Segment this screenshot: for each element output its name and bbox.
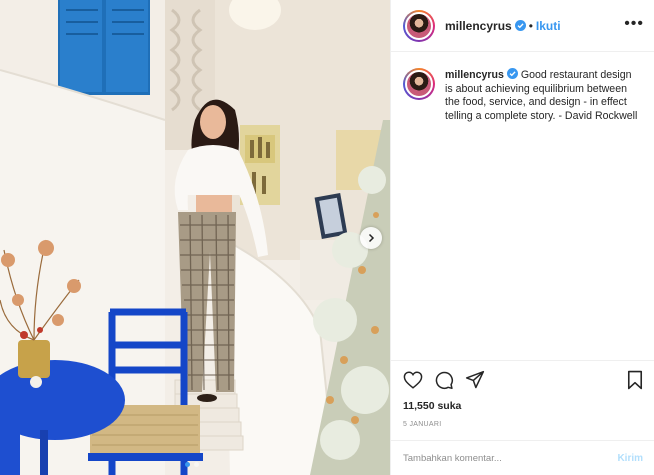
chevron-right-icon [368, 233, 375, 243]
carousel-next-button[interactable] [360, 227, 382, 249]
follow-button[interactable]: Ikuti [536, 19, 561, 33]
comment-bar: Kirim [391, 440, 654, 475]
verified-badge-icon [506, 68, 518, 79]
separator-dot: • [528, 18, 533, 33]
bookmark-icon[interactable] [627, 370, 643, 395]
heart-icon[interactable] [403, 371, 423, 389]
restaurant-photo-illustration [0, 0, 390, 475]
post-comment-button[interactable]: Kirim [617, 453, 643, 464]
username-link[interactable]: millencyrus [445, 19, 512, 33]
comment-input[interactable] [403, 452, 618, 464]
post-header: millencyrus • Ikuti ••• [391, 0, 654, 52]
caption-username[interactable]: millencyrus [445, 69, 504, 81]
carousel-dot-active [185, 462, 190, 467]
verified-badge-icon [514, 20, 526, 31]
carousel-indicator [185, 462, 199, 467]
post-date: 5 JANUARI [403, 421, 442, 428]
carousel-dot [194, 462, 199, 467]
avatar[interactable] [403, 9, 435, 42]
like-count[interactable]: 11,550 suka [403, 400, 643, 412]
post-side-panel: millencyrus • Ikuti ••• millencyrus Good… [390, 0, 654, 475]
comment-icon[interactable] [434, 370, 454, 390]
share-icon[interactable] [465, 370, 485, 390]
caption-text: millencyrus Good restaurant design is ab… [445, 68, 642, 123]
post-photo[interactable] [0, 0, 390, 475]
caption: millencyrus Good restaurant design is ab… [391, 52, 654, 123]
post-actions: 11,550 suka 5 JANUARI [391, 360, 654, 428]
caption-avatar[interactable] [403, 68, 435, 100]
more-options-icon[interactable]: ••• [624, 16, 644, 32]
